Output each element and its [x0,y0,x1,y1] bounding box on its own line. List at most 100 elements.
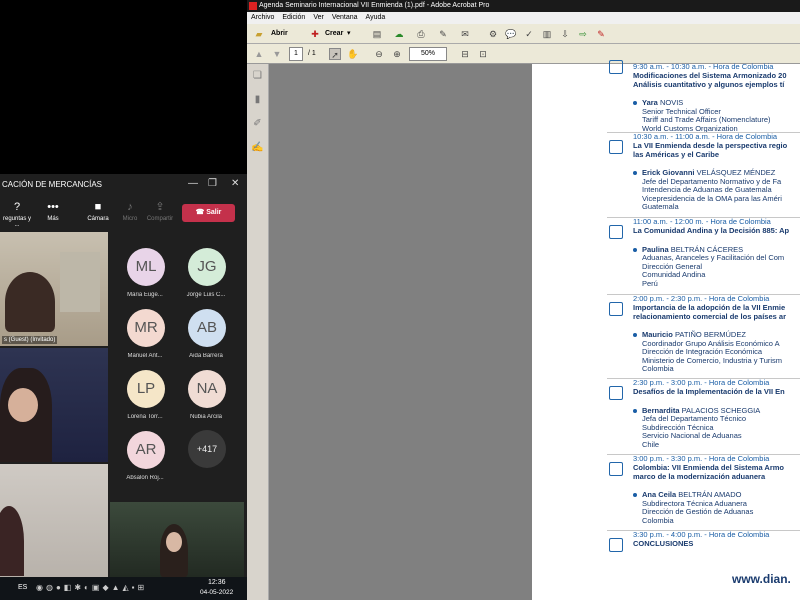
participant-avatar[interactable]: ML [127,248,165,286]
leave-button[interactable]: ☎ Salir [182,204,235,222]
document-background [269,64,532,600]
session-time: 2:30 p.m. - 3:00 p.m. - Hora de Colombia [633,378,770,387]
participant-name: Aida Barrera [189,353,223,359]
menu-ver[interactable]: Ver [313,14,324,21]
maximize-icon[interactable]: ❐ [208,178,217,189]
settings-icon[interactable]: ⚙ [487,28,499,40]
participant-name: Jorge Luis C... [186,292,226,298]
session-title: marco de la modernización aduanera [633,471,766,481]
session-icon [609,140,623,154]
session-icon [609,225,623,239]
create-icon: ✚ [311,29,319,39]
background-shelf [60,252,100,312]
zoom-in-icon[interactable]: ⊕ [391,48,403,60]
more-label: Más [47,216,59,222]
clock-date[interactable]: 04-05-2022 [200,589,233,596]
edit-icon[interactable]: ✎ [437,28,449,40]
fit-width-icon[interactable]: ⊡ [477,48,489,60]
menu-bar: Archivo Edición Ver Ventana Ayuda [247,12,800,24]
pages-icon[interactable]: ❏ [251,70,264,83]
questions-label: reguntas y ... [2,216,32,228]
speaker-detail: Colombia [642,515,674,525]
folder-icon: ▰ [255,29,263,39]
mic-button[interactable]: ♪ Micro [113,200,147,222]
side-panel: ❏ ▮ ✐ ✍ [247,64,269,600]
mail-icon[interactable]: ✉ [459,28,471,40]
participant-avatar[interactable]: JG [188,248,226,286]
session-time: 9:30 a.m. - 10:30 a.m. - Hora de Colombi… [633,62,774,71]
participant-avatar[interactable]: AR [127,431,165,469]
clock-time[interactable]: 12:36 [208,579,226,586]
participant-avatar[interactable]: NA [188,370,226,408]
mic-off-icon: ♪ [127,201,133,213]
questions-button[interactable]: ? reguntas y ... [0,200,34,228]
next-page-icon[interactable]: ▼ [271,48,283,60]
export-icon[interactable]: ⇩ [559,28,571,40]
session-time: 3:30 p.m. - 4:00 p.m. - Hora de Colombia [633,530,770,539]
menu-ayuda[interactable]: Ayuda [366,14,386,21]
tray-icons[interactable]: ◉◍●◧✱◐▣◆▲◭▪⊞ [36,583,147,592]
speaker-detail: Colombia [642,364,674,373]
prev-page-icon[interactable]: ▲ [253,48,265,60]
participant-avatar[interactable]: AB [188,309,226,347]
menu-ventana[interactable]: Ventana [332,14,358,21]
video-tile[interactable]: s (Guest) (Invitado) [0,232,108,346]
participant-figure [0,506,24,576]
navigation-toolbar: ▲ ▼ 1 / 1 ➚ ✋ ⊖ ⊕ 50% ⊟ ⊡ [247,44,800,64]
upload-icon[interactable]: ☁ [393,28,405,40]
menu-edicion[interactable]: Edición [282,14,305,21]
chevron-down-icon[interactable]: ▾ [347,24,351,44]
pdf-icon [249,2,257,10]
more-button[interactable]: ••• Más [36,200,70,222]
page-number-input[interactable]: 1 [289,47,303,61]
main-toolbar: ▰ Abrir ✚ Crear ▾ ▤ ☁ ⎙ ✎ ✉ ⚙ 💬 ✓ ▥ ⇩ ⇨ … [247,24,800,44]
session-icon [609,60,623,74]
share-icon: ⇪ [155,201,165,213]
close-icon[interactable]: ✕ [231,178,239,189]
page-total: / 1 [308,50,316,57]
select-tool-icon[interactable]: ➚ [329,48,341,60]
bookmarks-icon[interactable]: ▮ [251,94,264,107]
speaker-first-name: Yara [642,98,658,107]
sign-icon[interactable]: ⇨ [577,28,589,40]
session-title: Desafíos de la Implementación de la VII … [633,387,785,396]
video-tile[interactable] [0,464,108,577]
speaker-last-name: VELÁSQUEZ MÉNDEZ [696,168,776,177]
print-icon[interactable]: ⎙ [415,28,427,40]
more-icon: ••• [47,201,59,213]
window-title: Agenda Seminario Internacional VII Enmie… [259,2,490,9]
bullet-icon [633,333,637,337]
create-button[interactable]: Crear [325,24,343,44]
participant-name: Manuel Ant... [127,353,163,359]
camera-button[interactable]: ■ Cámara [81,200,115,222]
language-indicator[interactable]: ES [18,584,27,591]
session-title: CONCLUSIONES [633,539,694,548]
attachments-icon[interactable]: ✐ [251,118,264,131]
video-tile[interactable] [110,502,244,577]
share-label: Compartir [146,216,174,222]
participant-avatar[interactable]: LP [127,370,165,408]
zoom-select[interactable]: 50% [409,47,447,61]
hand-tool-icon[interactable]: ✋ [347,48,359,60]
participant-avatar[interactable]: MR [127,309,165,347]
form-icon[interactable]: ▥ [541,28,553,40]
minimize-icon[interactable]: — [188,178,198,189]
comment-icon[interactable]: 💬 [505,28,517,40]
save-icon[interactable]: ▤ [371,28,383,40]
more-participants-badge[interactable]: +417 [188,430,226,468]
stamp-icon[interactable]: ✓ [523,28,535,40]
secure-icon[interactable]: ✎ [595,28,607,40]
menu-archivo[interactable]: Archivo [251,14,274,21]
video-tile[interactable] [0,348,108,462]
signatures-icon[interactable]: ✍ [251,142,264,155]
open-button[interactable]: Abrir [271,24,288,44]
fit-page-icon[interactable]: ⊟ [459,48,471,60]
speaker-last-name: NOVIS [659,98,684,107]
share-button[interactable]: ⇪ Compartir [143,200,177,222]
session-title: Análisis cuantitativo y algunos ejemplos… [633,79,785,89]
participant-face [166,532,182,552]
participant-name: Nubia Arcila [189,414,222,420]
taskbar: ES ◉◍●◧✱◐▣◆▲◭▪⊞ 12:36 04-05-2022 [0,577,247,600]
teams-window: CACIÓN DE MERCANCÍAS — ❐ ✕ ? reguntas y .… [0,174,247,577]
zoom-out-icon[interactable]: ⊖ [373,48,385,60]
